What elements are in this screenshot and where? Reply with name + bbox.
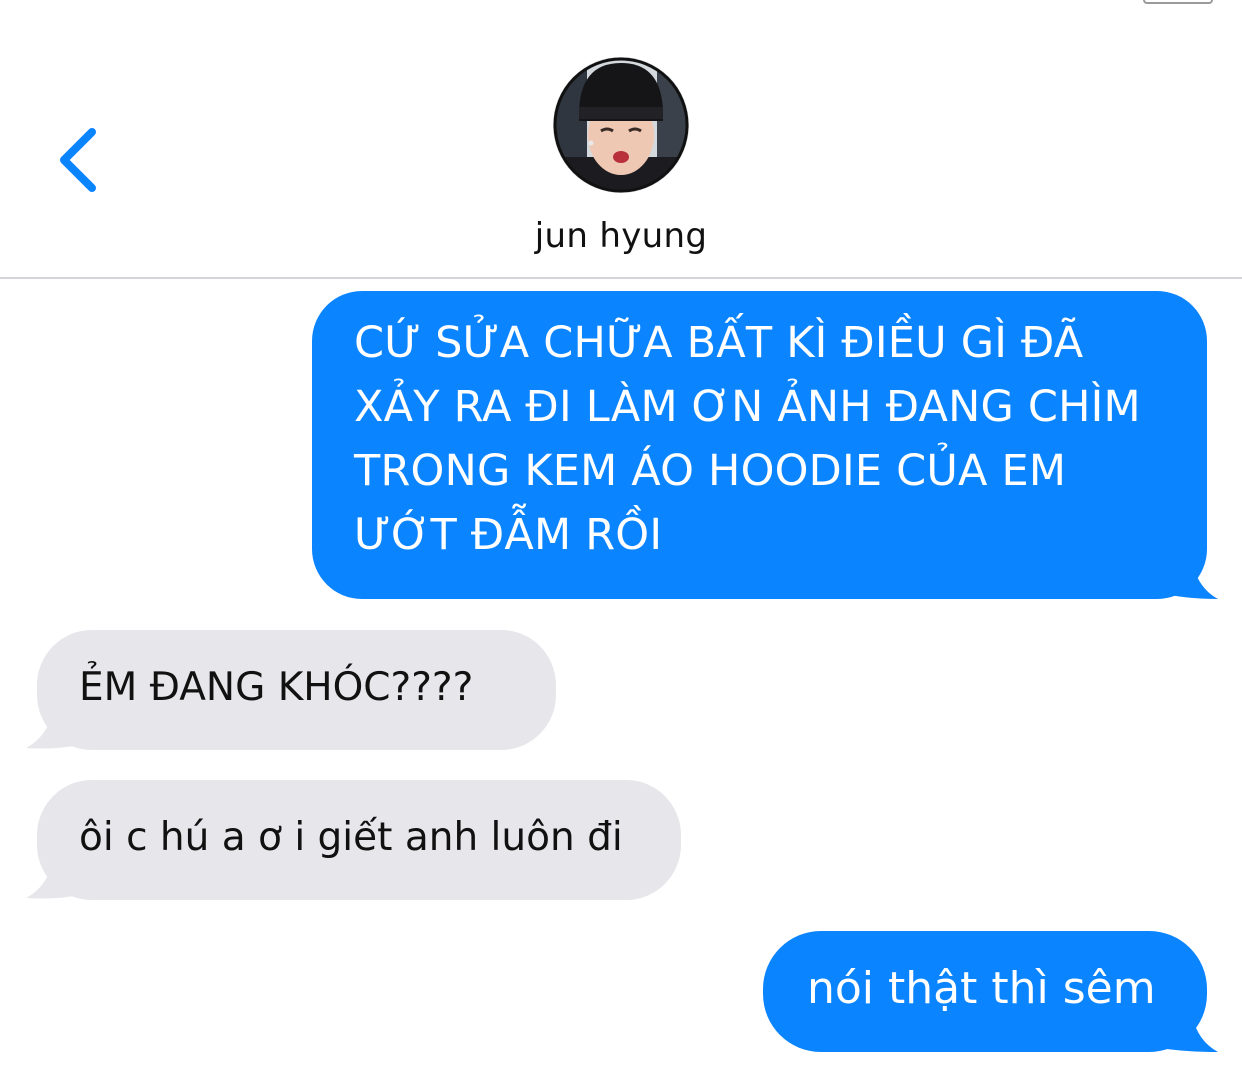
sent-message-bubble[interactable]: nói thật thì sêm — [763, 931, 1207, 1052]
chevron-left-icon — [60, 128, 96, 192]
received-message-bubble[interactable]: ôi c hú a ơ i giết anh luôn đi — [37, 780, 681, 900]
sent-message-bubble[interactable]: CỨ SỬA CHỮA BẤT KÌ ĐIỀU GÌ ĐÃ XẢY RA ĐI … — [312, 291, 1207, 599]
contact-avatar-photo — [553, 57, 689, 193]
avatar[interactable] — [553, 57, 689, 193]
message-text: ôi c hú a ơ i giết anh luôn đi — [79, 815, 623, 860]
received-bubble-tail — [26, 850, 84, 899]
received-message-bubble[interactable]: ẺM ĐANG KHÓC???? — [37, 630, 556, 750]
contact-name[interactable]: jun hyung — [0, 216, 1242, 256]
message-text: nói thật thì sêm — [807, 963, 1156, 1014]
sent-bubble-tail — [1160, 545, 1218, 599]
back-button[interactable] — [50, 118, 110, 202]
message-text: CỨ SỬA CHỮA BẤT KÌ ĐIỀU GÌ ĐÃ XẢY RA ĐI … — [354, 318, 1141, 560]
message-text: ẺM ĐANG KHÓC???? — [79, 665, 474, 710]
conversation-header: jun hyung — [0, 0, 1242, 279]
sent-bubble-tail — [1160, 1000, 1218, 1052]
received-bubble-tail — [26, 700, 84, 749]
